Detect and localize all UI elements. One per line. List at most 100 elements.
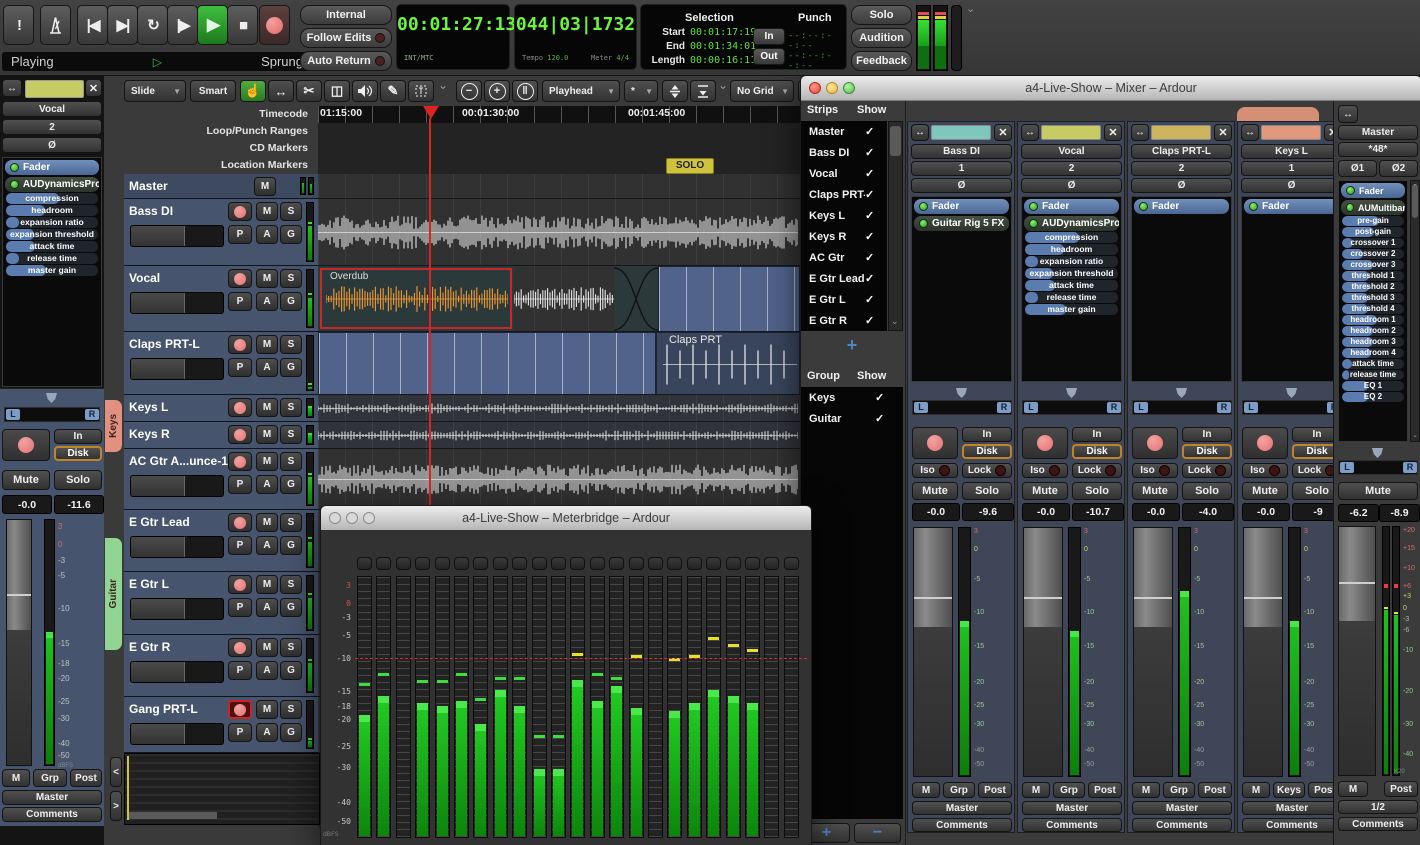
minimize-icon[interactable] <box>346 512 358 524</box>
plugin-param[interactable]: headroom <box>1025 244 1118 255</box>
processor-box[interactable]: Fader Guitar Rig 5 FX <box>911 196 1012 382</box>
summary-view-rect[interactable] <box>129 812 217 819</box>
plugin-param[interactable]: release time <box>1342 370 1404 380</box>
marker-select[interactable]: * ▼ <box>624 80 658 102</box>
tools-chevron-icon[interactable]: ⌄ <box>438 78 450 100</box>
plugin-param[interactable]: expansion threshold <box>6 229 98 240</box>
meterbridge-mute-button[interactable] <box>531 557 547 570</box>
track-mute-button[interactable]: M <box>256 452 278 471</box>
plugin-param[interactable]: threshold 2 <box>1342 282 1404 292</box>
stop-button[interactable]: ■ <box>227 5 258 45</box>
canvas-row-2[interactable]: Overdub <box>318 266 800 332</box>
track-playlist-button[interactable]: P <box>228 723 252 742</box>
track-record-button[interactable] <box>228 425 252 444</box>
processor-box[interactable]: Fader AUMultiband pre-gain post-gain crossov… <box>1338 180 1408 442</box>
track-mute-button[interactable]: M <box>256 700 278 719</box>
canvas-row-3[interactable]: Claps PRT <box>318 332 800 395</box>
ruler-strip[interactable]: SOLO <box>318 157 800 175</box>
mute-button[interactable]: Mute <box>1242 482 1288 500</box>
scrollbar-down-icon[interactable]: ⌄ <box>1412 431 1420 439</box>
auto-return-toggle[interactable]: Auto Return <box>300 51 392 71</box>
playhead-marker[interactable] <box>423 106 439 119</box>
strip-phase-button[interactable]: Ø <box>1021 178 1122 193</box>
pan-handle[interactable] <box>1286 388 1297 398</box>
meterbridge-mute-button[interactable] <box>745 557 760 570</box>
strip-inputs-button[interactable]: 1 <box>1241 161 1342 176</box>
gain-display[interactable]: -0.0 <box>1242 503 1290 521</box>
isolate-button[interactable]: Iso <box>1022 463 1068 478</box>
track-playlist-button[interactable]: P <box>228 475 252 494</box>
track-color-swatch[interactable] <box>1151 125 1211 140</box>
group-tab-guitar[interactable]: Guitar <box>105 538 122 650</box>
track-playlist-button[interactable]: P <box>228 598 252 617</box>
strips-list-item[interactable]: Bass DI ✓ <box>801 142 887 163</box>
output-button[interactable]: Master <box>1132 801 1232 815</box>
track-gain-slider[interactable] <box>130 225 224 247</box>
strip-inputs-button[interactable]: 1 <box>911 161 1012 176</box>
gain-fader[interactable] <box>1133 527 1173 777</box>
canvas-row-1[interactable] <box>318 199 800 266</box>
track-record-button[interactable] <box>228 202 252 221</box>
group-button[interactable]: Grp <box>1163 782 1195 798</box>
track-record-button[interactable] <box>228 398 252 417</box>
processor-fader[interactable]: Fader <box>5 160 99 175</box>
meterbridge-mute-button[interactable] <box>764 557 780 570</box>
empty-region[interactable] <box>318 332 656 394</box>
gain-fader[interactable] <box>1023 527 1063 777</box>
track-automation-button[interactable]: A <box>256 225 278 244</box>
summary-pane[interactable] <box>124 753 320 825</box>
meter-peak-display[interactable] <box>951 5 962 71</box>
stretch-tool-button[interactable]: ◫ <box>324 80 350 102</box>
zoom-focus-select[interactable]: Playhead ▼ <box>542 80 620 102</box>
edit-mode-select[interactable]: Slide ▼ <box>124 80 186 102</box>
phase-2-button[interactable]: Ø2 <box>1379 160 1418 177</box>
meterbridge-mute-button[interactable] <box>434 557 450 570</box>
processor-fader[interactable]: Fader <box>1244 199 1339 214</box>
zoom-icon[interactable] <box>843 82 855 94</box>
meterbridge-mute-button[interactable] <box>686 557 702 570</box>
play-selection-button[interactable]: |▶ <box>167 5 198 45</box>
comments-button[interactable]: Comments <box>1132 818 1232 832</box>
shrink-tracks-button[interactable] <box>662 80 688 102</box>
audition-tool-button[interactable] <box>352 80 378 102</box>
track-solo-button[interactable]: S <box>280 335 302 354</box>
meterbridge-mute-button[interactable] <box>628 557 644 570</box>
group-tab-keys[interactable]: Keys <box>105 400 122 452</box>
master-mute-button[interactable]: M <box>1338 781 1368 797</box>
track-color-swatch[interactable] <box>931 125 991 140</box>
track-group-button[interactable]: G <box>280 292 302 311</box>
range-tool-button[interactable]: ↔ <box>268 80 294 102</box>
master-mute-button[interactable]: M <box>1132 782 1160 798</box>
scrollbar-thumb[interactable] <box>890 126 901 156</box>
strip-name-button[interactable]: Vocal <box>2 101 102 117</box>
gain-fader[interactable] <box>913 527 953 777</box>
strip-resize-button[interactable]: ↔ <box>1241 124 1259 141</box>
peak-display[interactable]: -8.9 <box>1379 504 1420 522</box>
ruler-strip[interactable]: 01:15:00 00:01:30:00 00:01:45:00 <box>318 106 800 124</box>
comments-button[interactable]: Comments <box>1242 818 1342 832</box>
processor-fader[interactable]: Fader <box>914 199 1009 214</box>
plugin-param[interactable]: attack time <box>6 241 98 252</box>
meterbridge-mute-button[interactable] <box>395 557 411 570</box>
processor-box[interactable]: Fader AUDynamicsPro compression threshold h… <box>1021 196 1122 382</box>
track-solo-button[interactable]: S <box>280 452 302 471</box>
strip-name-button[interactable]: Vocal <box>1021 144 1122 159</box>
phase-all-button[interactable]: *48* <box>1338 142 1418 157</box>
plugin-param[interactable]: EQ 2 <box>1342 392 1404 402</box>
scroll-right-button[interactable]: > <box>110 791 122 821</box>
lock-button[interactable]: Lock <box>962 463 1012 478</box>
track-automation-button[interactable]: A <box>256 475 278 494</box>
track-mute-button[interactable]: M <box>256 513 278 532</box>
smart-mode-button[interactable]: Smart <box>190 80 236 102</box>
track-gain-slider[interactable] <box>130 723 224 745</box>
plugin-param[interactable]: post-gain <box>1342 227 1404 237</box>
solo-button[interactable]: Solo <box>962 482 1012 500</box>
close-icon[interactable] <box>809 82 821 94</box>
track-automation-button[interactable]: A <box>256 723 278 742</box>
strip-resize-button[interactable]: ↔ <box>1131 124 1149 141</box>
isolate-button[interactable]: Iso <box>912 463 958 478</box>
strips-list-item[interactable]: E Gtr Lead ✓ <box>801 268 887 289</box>
metering-point-button[interactable]: Post <box>1088 782 1122 798</box>
strips-list-item[interactable]: Vocal ✓ <box>801 163 887 184</box>
track-automation-button[interactable]: A <box>256 598 278 617</box>
